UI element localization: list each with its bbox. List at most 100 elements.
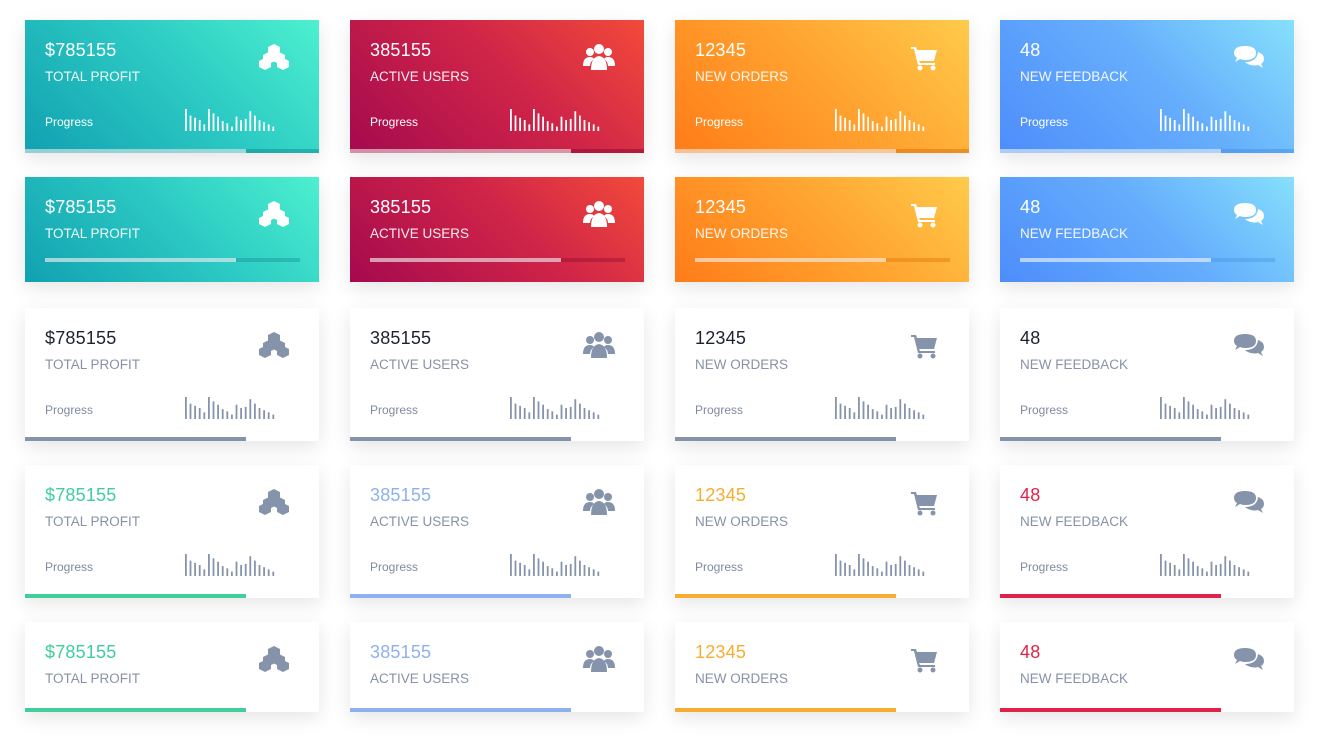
sparkline-bar bbox=[853, 569, 856, 576]
sparkline bbox=[835, 395, 929, 419]
sparkline-bar bbox=[848, 408, 851, 419]
sparkline-bar bbox=[1238, 122, 1240, 131]
sparkline bbox=[1160, 395, 1254, 419]
stat-card-users[interactable]: 385155 ACTIVE USERS Progress bbox=[350, 465, 644, 598]
sparkline-bar bbox=[185, 397, 187, 419]
sparkline-bar bbox=[1206, 126, 1208, 131]
progress-bar-fill bbox=[675, 149, 896, 153]
stat-value: $785155 bbox=[45, 40, 117, 60]
progress-bar-fill bbox=[25, 708, 246, 712]
progress-label: Progress bbox=[45, 115, 94, 129]
sparkline-bar bbox=[565, 408, 567, 419]
sparkline-bar bbox=[588, 122, 590, 131]
sparkline-bar bbox=[1206, 571, 1208, 576]
users-icon bbox=[580, 487, 618, 517]
sparkline-bar bbox=[185, 109, 187, 131]
sparkline-bar bbox=[272, 126, 275, 131]
stat-card-users[interactable]: 385155 ACTIVE USERS bbox=[350, 622, 644, 712]
sparkline-bar bbox=[592, 412, 595, 419]
sparkline-bar bbox=[908, 408, 911, 419]
stat-card-orders[interactable]: 12345 NEW ORDERS bbox=[675, 177, 969, 282]
sparkline-bar bbox=[1210, 404, 1213, 419]
sparkline-bar bbox=[542, 404, 544, 419]
stat-card-feedback[interactable]: 48 NEW FEEDBACK Progress bbox=[1000, 20, 1294, 153]
progress-bar bbox=[675, 594, 969, 598]
sparkline bbox=[510, 552, 604, 576]
sparkline-bar bbox=[1215, 120, 1217, 131]
sparkline-bar bbox=[510, 397, 512, 419]
stat-value: 385155 bbox=[370, 197, 432, 217]
progress-bar-fill bbox=[370, 258, 562, 262]
stat-value: 385155 bbox=[370, 485, 432, 505]
sparkline-bar bbox=[1173, 120, 1176, 131]
sparkline-bar bbox=[574, 111, 577, 131]
sparkline-bar bbox=[231, 126, 233, 131]
sparkline-bar bbox=[1210, 116, 1213, 131]
sparkline-bar bbox=[1160, 109, 1162, 131]
comments-icon bbox=[1230, 487, 1268, 517]
stat-value: 12345 bbox=[695, 40, 747, 60]
sparkline-bar bbox=[844, 405, 846, 419]
sparkline-bar bbox=[881, 414, 883, 419]
stat-card-orders[interactable]: 12345 NEW ORDERS Progress bbox=[675, 20, 969, 153]
stat-card-orders[interactable]: 12345 NEW ORDERS bbox=[675, 622, 969, 712]
sparkline-bar bbox=[551, 411, 554, 419]
stat-card-orders[interactable]: 12345 NEW ORDERS Progress bbox=[675, 308, 969, 441]
users-icon bbox=[580, 42, 618, 72]
stat-card-users[interactable]: 385155 ACTIVE USERS Progress bbox=[350, 20, 644, 153]
cubes-icon bbox=[255, 42, 293, 72]
stat-card-feedback[interactable]: 48 NEW FEEDBACK Progress bbox=[1000, 308, 1294, 441]
progress-bar bbox=[350, 437, 644, 441]
stat-card-feedback[interactable]: 48 NEW FEEDBACK bbox=[1000, 622, 1294, 712]
progress-bar bbox=[25, 149, 319, 153]
sparkline-bar bbox=[588, 410, 590, 419]
progress-bar bbox=[350, 149, 644, 153]
stat-card-feedback[interactable]: 48 NEW FEEDBACK bbox=[1000, 177, 1294, 282]
sparkline-bar bbox=[537, 113, 540, 131]
sparkline-bar bbox=[871, 566, 874, 576]
stat-card-users[interactable]: 385155 ACTIVE USERS bbox=[350, 177, 644, 282]
sparkline-bar bbox=[244, 118, 247, 131]
progress-label: Progress bbox=[1020, 115, 1069, 129]
sparkline-bar bbox=[1178, 569, 1181, 576]
stat-card-profit[interactable]: $785155 TOTAL PROFIT bbox=[25, 177, 319, 282]
sparkline-bar bbox=[853, 412, 856, 419]
stat-card-orders[interactable]: 12345 NEW ORDERS Progress bbox=[675, 465, 969, 598]
stat-card-profit[interactable]: $785155 TOTAL PROFIT Progress bbox=[25, 465, 319, 598]
sparkline-bar bbox=[240, 120, 242, 131]
stat-card-profit[interactable]: $785155 TOTAL PROFIT Progress bbox=[25, 308, 319, 441]
sparkline-bar bbox=[913, 122, 915, 131]
sparkline-bar bbox=[871, 409, 874, 419]
sparkline-bar bbox=[858, 109, 860, 131]
sparkline-bar bbox=[908, 120, 911, 131]
sparkline-bar bbox=[1183, 109, 1185, 131]
stat-card-feedback[interactable]: 48 NEW FEEDBACK Progress bbox=[1000, 465, 1294, 598]
sparkline-bar bbox=[254, 560, 256, 576]
sparkline-bar bbox=[1196, 121, 1199, 131]
sparkline-bar bbox=[249, 556, 252, 576]
sparkline-bar bbox=[867, 561, 869, 576]
sparkline-bar bbox=[1247, 571, 1250, 576]
stat-card-users[interactable]: 385155 ACTIVE USERS Progress bbox=[350, 308, 644, 441]
stat-label: TOTAL PROFIT bbox=[45, 514, 141, 529]
sparkline-bar bbox=[1201, 568, 1204, 576]
sparkline-bar bbox=[894, 118, 897, 131]
progress-bar bbox=[45, 258, 300, 262]
sparkline-bar bbox=[226, 568, 229, 576]
sparkline bbox=[835, 552, 929, 576]
stat-card-profit[interactable]: $785155 TOTAL PROFIT Progress bbox=[25, 20, 319, 153]
sparkline-bar bbox=[885, 404, 888, 419]
stat-value: $785155 bbox=[45, 328, 117, 348]
progress-bar bbox=[1000, 594, 1294, 598]
sparkline-bar bbox=[1160, 397, 1162, 419]
sparkline-bar bbox=[899, 399, 902, 419]
stat-value: 48 bbox=[1020, 328, 1041, 348]
sparkline-bar bbox=[1233, 120, 1236, 131]
sparkline-bar bbox=[203, 124, 206, 131]
sparkline-bar bbox=[267, 569, 270, 576]
sparkline-bar bbox=[208, 554, 210, 576]
stat-card-profit[interactable]: $785155 TOTAL PROFIT bbox=[25, 622, 319, 712]
sparkline-bar bbox=[231, 414, 233, 419]
progress-label: Progress bbox=[695, 403, 744, 417]
sparkline-bar bbox=[189, 403, 192, 419]
